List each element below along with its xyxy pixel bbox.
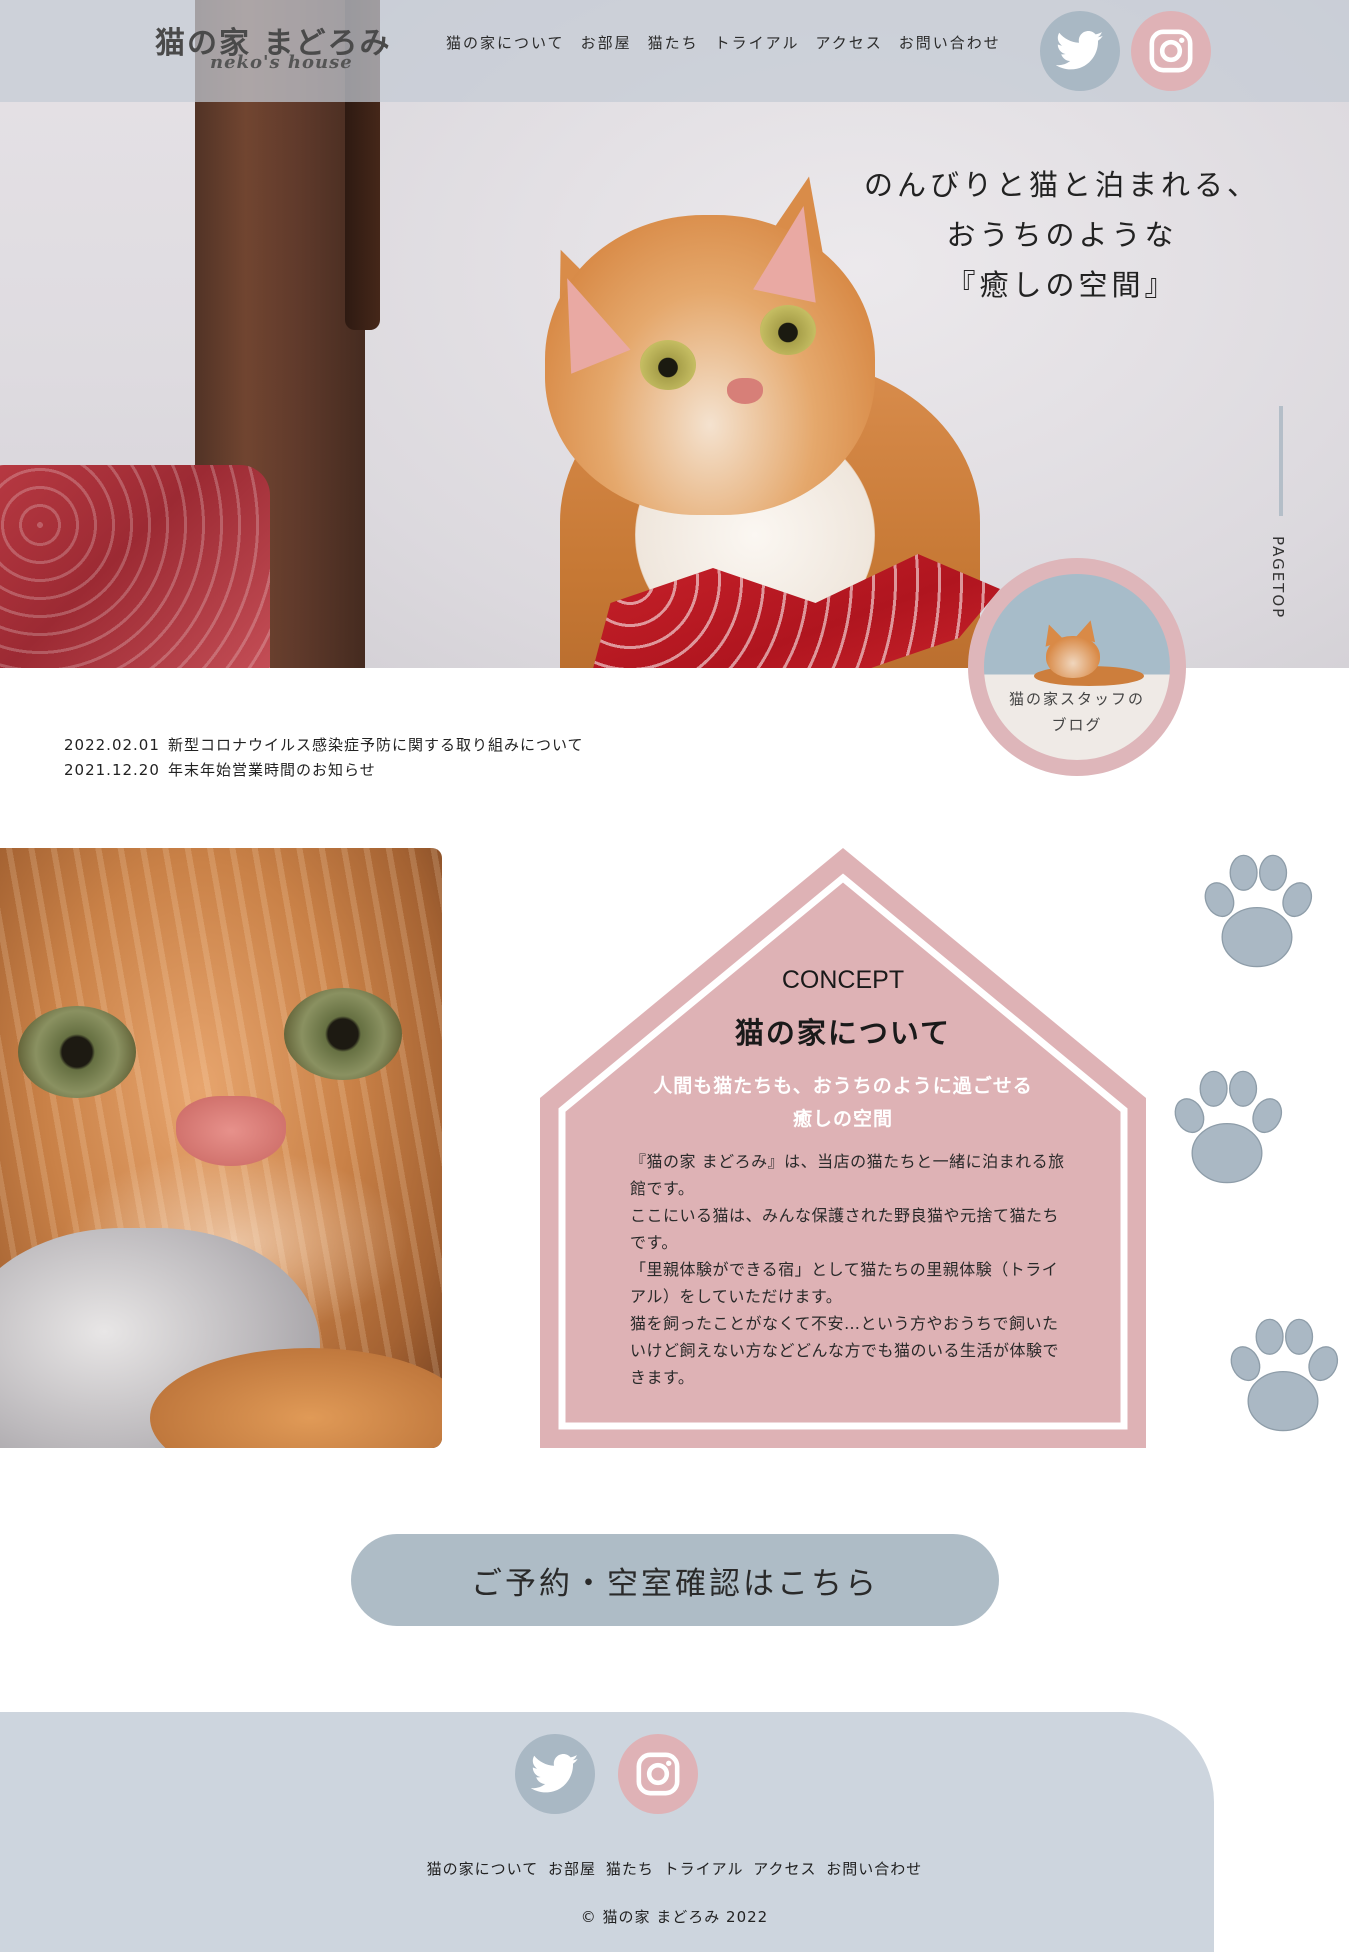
news-date: 2022.02.01 [64, 736, 160, 754]
site-header: 猫の家 まどろみ neko's house 猫の家について お部屋 猫たち トラ… [0, 0, 1349, 102]
news-list: 2022.02.01 新型コロナウイルス感染症予防に関する取り組みについて 20… [64, 733, 764, 783]
concept-cat-photo [0, 848, 442, 1448]
news-title: 年末年始営業時間のお知らせ [168, 761, 376, 779]
footer-nav-cats[interactable]: 猫たち [606, 1860, 654, 1878]
header-instagram-button[interactable] [1131, 11, 1211, 91]
global-nav: 猫の家について お部屋 猫たち トライアル アクセス お問い合わせ [446, 32, 1001, 56]
hero-cat-nose [727, 378, 763, 404]
hero-copy-line-2: おうちのような [946, 218, 1178, 252]
paw-print-icon [1204, 854, 1313, 968]
concept-paragraph: 「里親体験ができる宿」として猫たちの里親体験（トライアル）をしていただけます。 [630, 1260, 1059, 1306]
footer-twitter-button[interactable] [515, 1734, 595, 1814]
twitter-icon [531, 1754, 579, 1793]
pagetop-link[interactable]: PAGETOP [1269, 406, 1297, 626]
footer-nav-contact[interactable]: お問い合わせ [826, 1860, 922, 1878]
news-item[interactable]: 2022.02.01 新型コロナウイルス感染症予防に関する取り組みについて [64, 733, 764, 758]
concept-paragraph: ここにいる猫は、みんな保護された野良猫や元捨て猫たちです。 [630, 1206, 1060, 1252]
news-item[interactable]: 2021.12.20 年末年始営業時間のお知らせ [64, 758, 764, 783]
footer-nav-trial[interactable]: トライアル [664, 1860, 744, 1878]
logo-english: neko's house [210, 52, 353, 73]
pagetop-line [1279, 406, 1283, 516]
concept-body: 『猫の家 まどろみ』は、当店の猫たちと一緒に泊まれる旅館です。 ここにいる猫は、… [630, 1148, 1070, 1391]
concept-paragraph: 『猫の家 まどろみ』は、当店の猫たちと一緒に泊まれる旅館です。 [630, 1152, 1065, 1198]
header-twitter-button[interactable] [1040, 11, 1120, 91]
reservation-button[interactable]: ご予約・空室確認はこちら [351, 1534, 999, 1626]
hero-cat-eye-left [640, 340, 696, 390]
nav-access[interactable]: アクセス [815, 32, 882, 56]
staff-blog-badge[interactable]: 猫の家スタッフの ブログ [968, 558, 1186, 776]
concept-photo-eye-right [284, 988, 402, 1080]
concept-subtitle: 人間も猫たちも、おうちのように過ごせる 癒しの空間 [540, 1070, 1146, 1136]
hero-cat-eye-right [760, 305, 816, 355]
hero-copy-line-3: 『癒しの空間』 [946, 268, 1178, 302]
news-title: 新型コロナウイルス感染症予防に関する取り組みについて [168, 736, 584, 754]
pagetop-label: PAGETOP [1269, 536, 1287, 620]
concept-subtitle-line-2: 癒しの空間 [792, 1108, 893, 1130]
news-date: 2021.12.20 [64, 761, 160, 779]
concept-photo-nose [176, 1096, 286, 1166]
concept-label-en: CONCEPT [781, 966, 905, 994]
hero-cat-head [545, 215, 875, 515]
staff-blog-label-line-1: 猫の家スタッフの [1008, 690, 1145, 708]
footer-nav-access[interactable]: アクセス [753, 1860, 816, 1878]
concept-paragraph: 猫を飼ったことがなくて不安…という方やおうちで飼いたいけど飼えない方などどんな方… [630, 1314, 1060, 1387]
nav-about[interactable]: 猫の家について [446, 32, 565, 56]
staff-blog-label: 猫の家スタッフの ブログ [984, 686, 1170, 738]
staff-blog-label-line-2: ブログ [1051, 716, 1103, 734]
footer-nav-rooms[interactable]: お部屋 [548, 1860, 596, 1878]
nav-cats[interactable]: 猫たち [648, 32, 699, 56]
concept-photo-eye-left [18, 1006, 136, 1098]
concept-house-card: CONCEPT 猫の家について 人間も猫たちも、おうちのように過ごせる 癒しの空… [540, 848, 1146, 1448]
hero-catchcopy: のんびりと猫と泊まれる、 おうちのような 『癒しの空間』 [862, 160, 1262, 310]
footer-nav-about[interactable]: 猫の家について [427, 1860, 539, 1878]
copyright: © 猫の家 まどろみ 2022 [580, 1908, 769, 1926]
nav-contact[interactable]: お問い合わせ [899, 32, 1001, 56]
concept-title: 猫の家について [734, 1016, 952, 1050]
concept-subtitle-line-1: 人間も猫たちも、おうちのように過ごせる [653, 1075, 1033, 1097]
site-footer: 猫の家について お部屋 猫たち トライアル アクセス お問い合わせ © 猫の家 … [0, 1712, 1214, 1952]
paw-print-icon [1230, 1318, 1339, 1432]
site-logo[interactable]: 猫の家 まどろみ neko's house [155, 18, 395, 80]
nav-rooms[interactable]: お部屋 [581, 32, 632, 56]
twitter-icon [1056, 31, 1104, 70]
nav-trial[interactable]: トライアル [715, 32, 800, 56]
staff-blog-image: 猫の家スタッフの ブログ [984, 574, 1170, 760]
hero-copy-line-1: のんびりと猫と泊まれる、 [863, 168, 1260, 202]
instagram-icon [1149, 29, 1193, 73]
hero-red-cushion [0, 465, 270, 668]
footer-instagram-button[interactable] [618, 1734, 698, 1814]
paw-print-icon [1174, 1070, 1283, 1184]
footer-nav: 猫の家について お部屋 猫たち トライアル アクセス お問い合わせ [0, 1858, 1349, 1879]
instagram-icon [636, 1752, 680, 1796]
blog-cat-head [1046, 636, 1100, 678]
